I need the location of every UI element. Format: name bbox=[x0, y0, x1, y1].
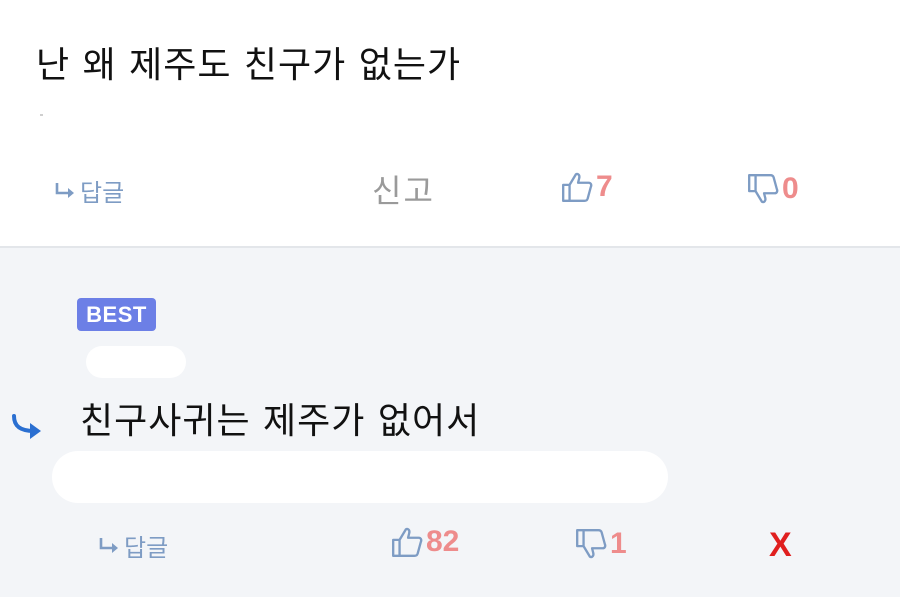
reply-label: 답글 bbox=[124, 534, 169, 562]
best-badge: BEST bbox=[77, 298, 156, 331]
thumbs-up-icon bbox=[392, 527, 423, 557]
report-label: 신고 bbox=[372, 172, 435, 210]
reply-button[interactable]: 답글 bbox=[98, 528, 168, 563]
dislike-count: 0 bbox=[782, 172, 799, 205]
like-count: 7 bbox=[596, 170, 613, 203]
redacted-content bbox=[52, 451, 668, 503]
thumbs-up-icon bbox=[562, 172, 593, 202]
comment-card: 난 왜 제주도 친구가 없는가 답글 신고 7 0 bbox=[0, 0, 900, 247]
like-button[interactable]: 7 bbox=[560, 170, 613, 204]
thumbs-down-icon bbox=[576, 529, 607, 559]
reply-label: 답글 bbox=[80, 179, 125, 207]
like-button[interactable]: 82 bbox=[390, 525, 459, 559]
dislike-button[interactable]: 0 bbox=[746, 172, 799, 206]
dislike-button[interactable]: 1 bbox=[574, 527, 627, 561]
thumbs-down-icon bbox=[748, 174, 779, 204]
decorative-speck bbox=[40, 114, 43, 116]
reply-text: 친구사귀는 제주가 없어서 bbox=[80, 401, 481, 442]
reply-arrow-icon bbox=[99, 537, 118, 553]
comment-text: 난 왜 제주도 친구가 없는가 bbox=[36, 45, 462, 86]
reply-arrow-icon bbox=[55, 182, 74, 198]
like-count: 82 bbox=[426, 525, 460, 558]
delete-button[interactable]: X bbox=[769, 526, 792, 565]
reply-button[interactable]: 답글 bbox=[54, 173, 124, 208]
reply-curved-arrow-icon bbox=[12, 414, 41, 439]
redacted-username bbox=[86, 346, 186, 378]
report-button[interactable]: 신고 bbox=[372, 166, 435, 212]
dislike-count: 1 bbox=[610, 527, 627, 560]
best-reply-card: BEST 친구사귀는 제주가 없어서 답글 82 1 X bbox=[0, 248, 900, 597]
